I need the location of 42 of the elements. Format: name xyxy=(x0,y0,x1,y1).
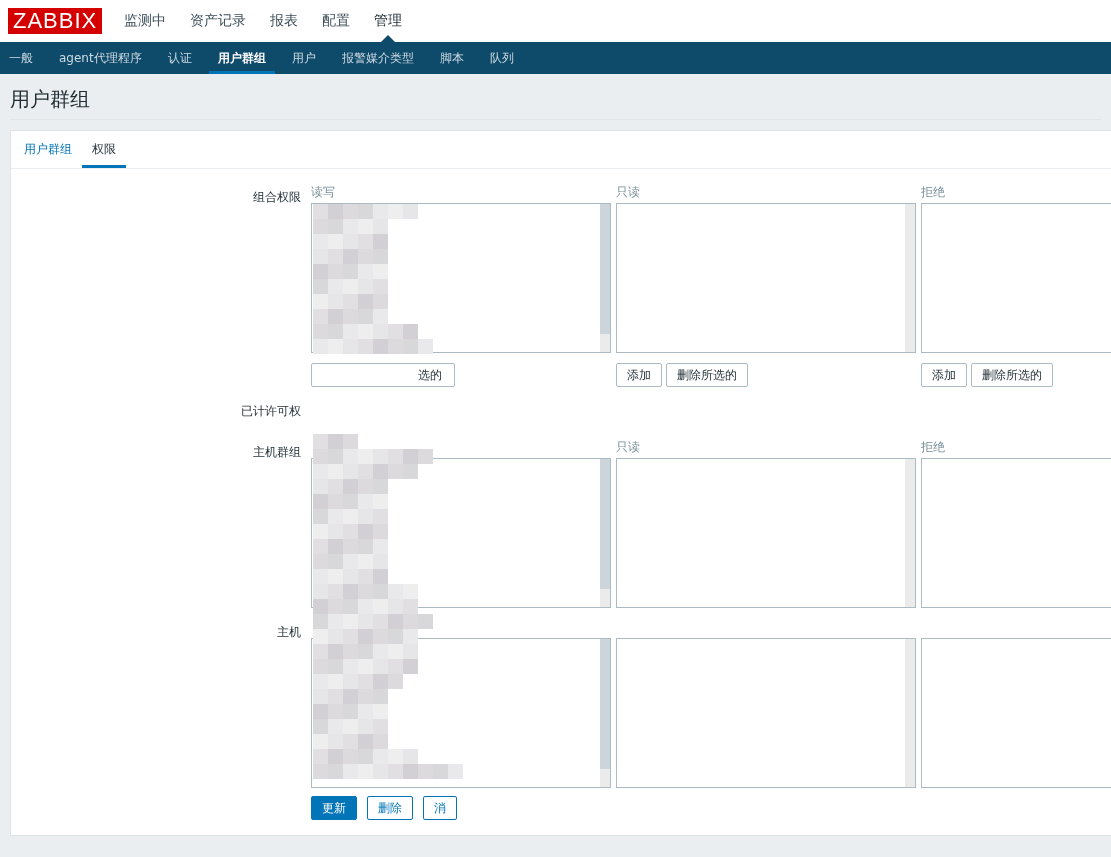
main-menu-item[interactable]: 资产记录 xyxy=(178,0,259,42)
main-menu-item[interactable]: 配置 xyxy=(310,0,363,42)
sub-menu-item[interactable]: 用户群组 xyxy=(208,42,275,74)
column-heading: 读写 xyxy=(311,184,336,201)
scrollbar[interactable] xyxy=(600,459,610,607)
list-box[interactable] xyxy=(616,458,916,608)
sub-menu-item[interactable]: 一般 xyxy=(0,42,42,74)
logo[interactable]: ZABBIX xyxy=(8,8,103,34)
sub-menu-item[interactable]: 用户 xyxy=(282,42,325,74)
column-heading: 拒绝 xyxy=(921,184,946,201)
page-title: 用户群组 xyxy=(10,74,1101,120)
list-box[interactable] xyxy=(616,638,916,788)
field-label: 主机 xyxy=(276,624,302,641)
list-box[interactable] xyxy=(616,203,916,353)
section-heading: 已计许可权 xyxy=(240,403,302,420)
scrollbar[interactable] xyxy=(905,639,915,787)
tab[interactable]: 用户群组 xyxy=(14,131,82,168)
main-menu-item[interactable]: 监测中 xyxy=(112,0,179,42)
sub-menu-item[interactable]: 脚本 xyxy=(430,42,473,74)
field-label: 组合权限 xyxy=(252,189,302,206)
sub-menu-item[interactable]: 报警媒介类型 xyxy=(332,42,423,74)
remove-selected-button[interactable]: 选的 xyxy=(311,363,455,387)
column-heading: 只读 xyxy=(616,184,641,201)
add-button[interactable]: 添加 xyxy=(921,363,967,387)
form-button[interactable]: 删除 xyxy=(367,796,413,820)
scrollbar[interactable] xyxy=(905,204,915,352)
sub-menu-item[interactable]: agent代理程序 xyxy=(50,42,151,74)
remove-selected-button[interactable]: 删除所选的 xyxy=(971,363,1053,387)
scrollbar[interactable] xyxy=(600,204,610,352)
sub-menu-item[interactable]: 队列 xyxy=(480,42,523,74)
form-button[interactable]: 消 xyxy=(423,796,457,820)
column-heading: 拒绝 xyxy=(921,439,946,456)
scrollbar[interactable] xyxy=(905,459,915,607)
sub-menu-item[interactable]: 认证 xyxy=(158,42,201,74)
tab[interactable]: 权限 xyxy=(82,131,126,168)
add-button[interactable]: 添加 xyxy=(616,363,662,387)
scrollbar[interactable] xyxy=(600,639,610,787)
update-button[interactable]: 更新 xyxy=(311,796,357,820)
column-heading: 只读 xyxy=(616,439,641,456)
field-label: 主机群组 xyxy=(252,444,302,461)
main-menu-item[interactable]: 报表 xyxy=(258,0,311,42)
remove-selected-button[interactable]: 删除所选的 xyxy=(666,363,748,387)
